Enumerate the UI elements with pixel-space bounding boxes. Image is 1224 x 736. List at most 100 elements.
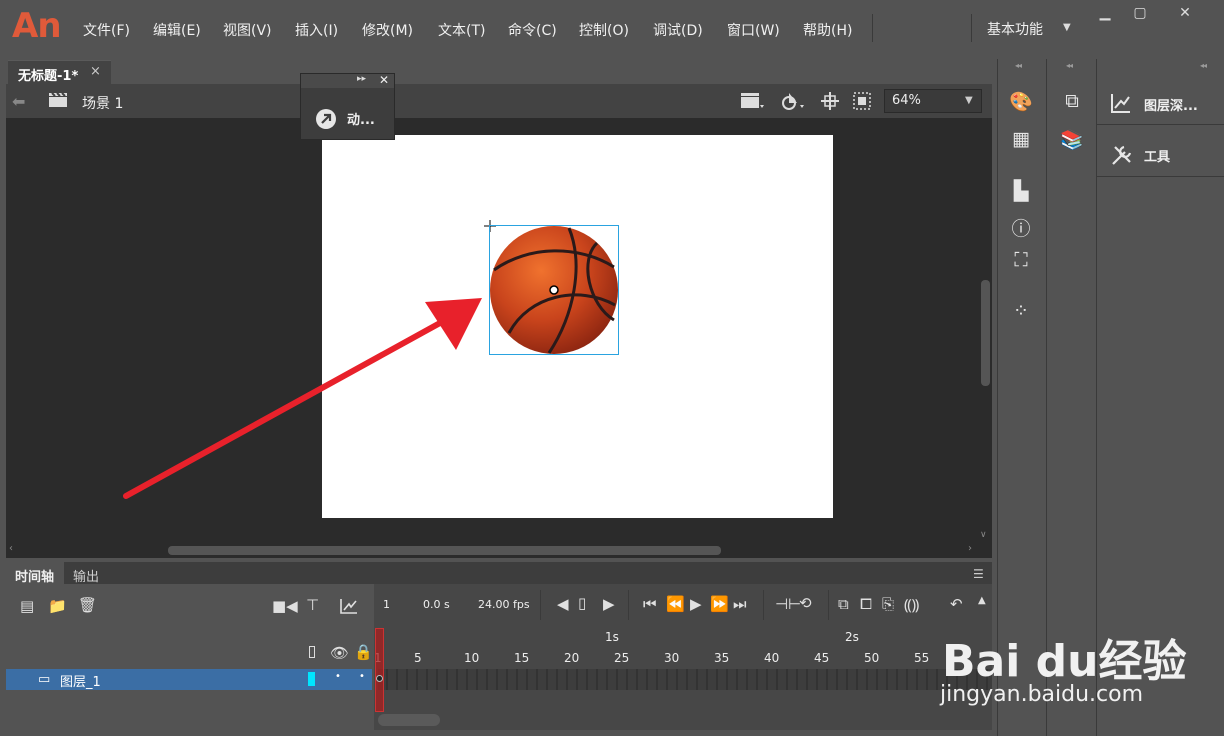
- edit-symbol-icon[interactable]: [780, 91, 806, 111]
- parent-layer-icon[interactable]: ⊤: [306, 596, 319, 614]
- vertical-scroll-thumb[interactable]: [981, 280, 990, 386]
- go-to-last-icon[interactable]: ⏭: [733, 595, 747, 613]
- menu-view[interactable]: 视图(V): [223, 20, 272, 40]
- scroll-right-icon[interactable]: ›: [968, 543, 972, 554]
- tab-timeline-label[interactable]: 时间轴: [15, 566, 54, 585]
- ruler-frame-number: 40: [764, 651, 780, 665]
- outline-toggle-icon[interactable]: [309, 646, 315, 658]
- maximize-icon[interactable]: ▢: [1121, 0, 1159, 26]
- elapsed-time[interactable]: 0.0 s: [423, 598, 450, 611]
- menu-help[interactable]: 帮助(H): [803, 20, 852, 40]
- menu-modify[interactable]: 修改(M): [362, 20, 413, 40]
- collapse-icon[interactable]: ▸▸: [357, 74, 366, 84]
- ruler-second-marker: 1s: [605, 630, 619, 644]
- close-icon[interactable]: ✕: [1166, 0, 1204, 26]
- camera-icon[interactable]: ■◀: [272, 597, 298, 615]
- minimize-icon[interactable]: ▁: [1086, 0, 1124, 26]
- menu-text[interactable]: 文本(T): [438, 20, 485, 40]
- edit-multiple-frames-icon[interactable]: ⎘: [882, 595, 894, 613]
- layer-color-chip[interactable]: [308, 672, 315, 686]
- layer-frames[interactable]: [378, 669, 992, 690]
- collapse-grip-icon[interactable]: ◂◂: [1066, 61, 1073, 70]
- lock-icon[interactable]: 🔒: [354, 643, 373, 661]
- close-icon[interactable]: ✕: [379, 73, 389, 87]
- workspace-switcher[interactable]: 基本功能: [987, 19, 1043, 39]
- tab-output-label[interactable]: 输出: [73, 566, 99, 585]
- toolbar-separator: [628, 590, 629, 620]
- layer-depth-icon[interactable]: [1110, 92, 1132, 114]
- onion-skin-icon[interactable]: ⧉: [838, 595, 849, 613]
- menu-edit[interactable]: 编辑(E): [153, 20, 201, 40]
- chevron-down-icon[interactable]: ▼: [1063, 22, 1071, 33]
- center-frame-icon[interactable]: ⊣⊢: [775, 595, 801, 613]
- close-icon[interactable]: ×: [90, 64, 101, 79]
- eye-icon[interactable]: 👁: [330, 644, 349, 662]
- step-back-icon[interactable]: ⏪: [666, 595, 685, 613]
- scroll-down-icon[interactable]: ∨: [980, 530, 987, 540]
- swatches-icon[interactable]: ▦: [1006, 128, 1036, 150]
- insert-keyframe-icon[interactable]: ▯: [578, 594, 586, 612]
- menu-command[interactable]: 命令(C): [508, 20, 557, 40]
- undo-icon[interactable]: ↶: [950, 595, 963, 613]
- library-icon[interactable]: 📚: [1057, 128, 1087, 151]
- step-forward-icon[interactable]: ⏩: [710, 595, 729, 613]
- playhead[interactable]: [375, 628, 384, 712]
- basketball-symbol[interactable]: [489, 225, 620, 356]
- menu-debug[interactable]: 调试(D): [653, 20, 703, 40]
- play-icon[interactable]: ▶: [690, 595, 702, 613]
- zoom-value: 64%: [892, 93, 921, 108]
- motion-editor-icon[interactable]: [315, 108, 337, 130]
- ruler-frame-number: 15: [514, 651, 530, 665]
- color-palette-icon[interactable]: 🎨: [1006, 90, 1036, 113]
- menu-file[interactable]: 文件(F): [83, 20, 130, 40]
- layer-depth-label[interactable]: 图层深...: [1144, 95, 1198, 114]
- new-folder-icon[interactable]: 📁: [48, 597, 67, 615]
- lock-dot-icon[interactable]: •: [359, 671, 365, 682]
- motion-panel-label[interactable]: 动...: [347, 109, 375, 128]
- visibility-dot-icon[interactable]: •: [335, 671, 341, 682]
- onion-skin-outline-icon[interactable]: ⧠: [860, 595, 872, 613]
- motion-presets-panel[interactable]: ▸▸ ✕ 动...: [300, 73, 395, 140]
- keyframe-marker[interactable]: [376, 675, 383, 682]
- menu-window[interactable]: 窗口(W): [727, 20, 780, 40]
- go-to-first-icon[interactable]: ⏮: [643, 595, 657, 613]
- layer-depth-icon[interactable]: [340, 598, 358, 614]
- layer-name[interactable]: 图层_1: [60, 671, 101, 690]
- panel-divider: [1097, 176, 1224, 177]
- info-icon[interactable]: ⓘ: [1006, 214, 1036, 241]
- collapse-grip-icon[interactable]: ◂◂: [1015, 61, 1022, 70]
- scroll-up-icon[interactable]: ▲: [978, 595, 986, 606]
- collapse-grip-icon[interactable]: ◂◂: [1200, 61, 1207, 70]
- timeline-scroll-thumb[interactable]: [378, 714, 440, 726]
- transform-icon[interactable]: ⛶: [1006, 249, 1036, 271]
- ruler-frame-number: 20: [564, 651, 580, 665]
- next-keyframe-icon[interactable]: ▶: [603, 595, 615, 613]
- zoom-select[interactable]: 64% ▼: [884, 89, 982, 113]
- tools-label[interactable]: 工具: [1144, 146, 1170, 165]
- horizontal-scroll-thumb[interactable]: [168, 546, 721, 555]
- panel-menu-icon[interactable]: ☰: [973, 567, 984, 581]
- new-layer-icon[interactable]: ▤: [20, 597, 34, 615]
- scroll-left-icon[interactable]: ‹: [9, 543, 13, 554]
- align-icon[interactable]: ▙: [1006, 180, 1036, 202]
- document-tab[interactable]: 无标题-1* ×: [8, 60, 111, 84]
- menu-insert[interactable]: 插入(I): [295, 20, 338, 40]
- prev-keyframe-icon[interactable]: ◀: [557, 595, 569, 613]
- modify-markers-icon[interactable]: ⸨⸩: [904, 595, 919, 615]
- menu-separator: [872, 14, 873, 42]
- loop-icon[interactable]: ⟲: [799, 594, 812, 612]
- delete-icon[interactable]: 🗑: [78, 596, 97, 614]
- properties-icon[interactable]: ⧉: [1057, 90, 1087, 112]
- components-icon[interactable]: ⁘: [1006, 300, 1036, 322]
- clip-stage-icon[interactable]: [852, 91, 872, 111]
- edit-scene-icon[interactable]: [740, 91, 766, 111]
- frame-rate[interactable]: 24.00 fps: [478, 598, 530, 611]
- tools-icon[interactable]: [1110, 143, 1134, 167]
- back-arrow-icon[interactable]: ⬅: [12, 92, 25, 111]
- menu-control[interactable]: 控制(O): [579, 20, 629, 40]
- ruler-frame-number: 10: [464, 651, 480, 665]
- chevron-down-icon[interactable]: ▼: [965, 95, 973, 106]
- scene-bar: [6, 84, 992, 118]
- current-frame[interactable]: 1: [383, 598, 390, 611]
- center-stage-icon[interactable]: [820, 91, 840, 111]
